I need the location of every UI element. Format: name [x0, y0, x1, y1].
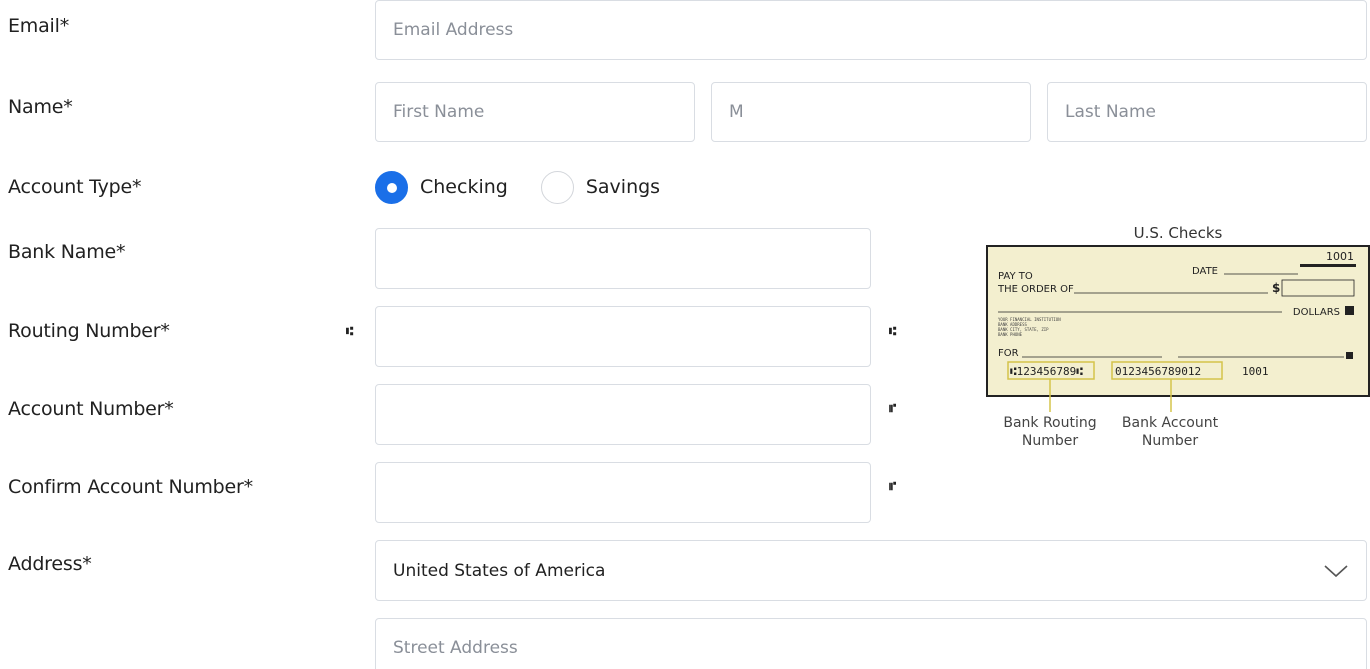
- check-dollars-label: DOLLARS: [1293, 307, 1340, 318]
- check-bank-info-line: BANK PHONE: [998, 332, 1023, 337]
- check-for-label: FOR: [998, 348, 1019, 359]
- check-example: U.S. Checks 1001 DATE PAY TO THE ORDER O…: [986, 222, 1370, 452]
- last-name-input[interactable]: [1047, 82, 1367, 142]
- lock-icon: [1345, 306, 1354, 315]
- routing-symbol-icon: ⑆: [889, 324, 897, 338]
- account-type-radio-group: Checking Savings: [375, 169, 693, 205]
- routing-number-label: Routing Number*: [8, 320, 170, 342]
- check-number: 1001: [1326, 250, 1354, 263]
- routing-symbol-icon: ⑆: [346, 324, 354, 338]
- confirm-account-number-label: Confirm Account Number*: [8, 476, 253, 498]
- check-pay-to: PAY TO: [998, 271, 1033, 282]
- radio-checked-icon[interactable]: [375, 170, 408, 204]
- email-input[interactable]: [375, 0, 1367, 60]
- account-number-label: Account Number*: [8, 398, 174, 420]
- confirm-account-number-input[interactable]: [375, 462, 871, 523]
- account-symbol-icon: ⑈: [889, 401, 897, 415]
- country-select[interactable]: United States of America: [375, 540, 1367, 601]
- radio-unchecked-icon[interactable]: [540, 170, 574, 204]
- check-illustration: 1001 DATE PAY TO THE ORDER OF $ DOLLARS …: [986, 245, 1370, 412]
- check-micr-number: 1001: [1242, 365, 1269, 378]
- check-date-label: DATE: [1192, 266, 1218, 277]
- country-select-value: United States of America: [393, 560, 606, 581]
- caption-bank-account: Bank Account Number: [1121, 415, 1219, 449]
- address-label: Address*: [8, 553, 92, 575]
- check-order-of: THE ORDER OF: [997, 284, 1074, 295]
- account-type-label: Account Type*: [8, 176, 142, 198]
- caption-bank-routing: Bank Routing Number: [1003, 415, 1097, 449]
- radio-savings[interactable]: Savings: [540, 170, 661, 204]
- middle-initial-input[interactable]: [711, 82, 1031, 142]
- email-label: Email*: [8, 15, 70, 37]
- radio-checking[interactable]: Checking: [375, 170, 508, 204]
- routing-number-input[interactable]: [375, 306, 871, 367]
- bank-name-input[interactable]: [375, 228, 871, 289]
- street-address-input[interactable]: [375, 618, 1367, 669]
- name-label: Name*: [8, 96, 73, 118]
- radio-savings-label: Savings: [585, 176, 661, 198]
- bank-name-label: Bank Name*: [8, 241, 126, 263]
- check-micr-account: 0123456789012: [1115, 365, 1201, 378]
- first-name-input[interactable]: [375, 82, 695, 142]
- account-symbol-icon: ⑈: [889, 479, 897, 493]
- radio-checking-label: Checking: [420, 176, 508, 198]
- account-number-input[interactable]: [375, 384, 871, 445]
- check-micr-routing: ⑆123456789⑆: [1010, 365, 1083, 378]
- chevron-down-icon: [1324, 564, 1348, 577]
- check-dollar-sign: $: [1272, 281, 1280, 295]
